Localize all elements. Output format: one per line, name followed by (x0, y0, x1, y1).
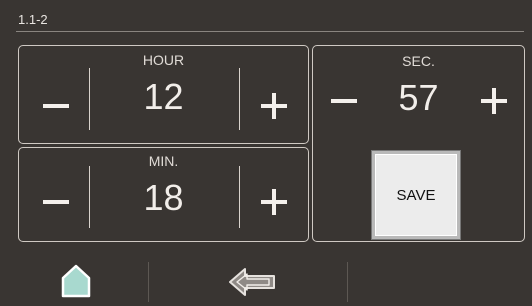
save-button[interactable]: SAVE (372, 151, 460, 239)
nav-separator-1 (148, 262, 149, 302)
hour-separator-left (89, 68, 90, 130)
header-divider (16, 31, 524, 32)
minute-label: MIN. (148, 153, 179, 169)
second-decrement-button[interactable] (321, 78, 367, 124)
second-increment-button[interactable] (471, 78, 517, 124)
minute-panel: MIN. 18 (18, 147, 309, 242)
hour-decrement-button[interactable] (33, 83, 79, 129)
minute-increment-button[interactable] (251, 179, 297, 225)
home-icon (61, 264, 91, 298)
hour-separator-right (239, 68, 240, 130)
minute-separator-right (239, 166, 240, 228)
back-arrow-icon (229, 268, 275, 296)
screen-id-label: 1.1-2 (18, 12, 48, 27)
nav-separator-2 (347, 262, 348, 302)
hour-label: HOUR (142, 52, 185, 68)
back-button[interactable] (227, 266, 277, 298)
second-label: SEC. (402, 53, 435, 69)
minute-separator-left (89, 166, 90, 228)
home-button[interactable] (60, 264, 92, 298)
minute-decrement-button[interactable] (33, 179, 79, 225)
hour-panel: HOUR 12 (18, 45, 309, 144)
hour-increment-button[interactable] (251, 83, 297, 129)
